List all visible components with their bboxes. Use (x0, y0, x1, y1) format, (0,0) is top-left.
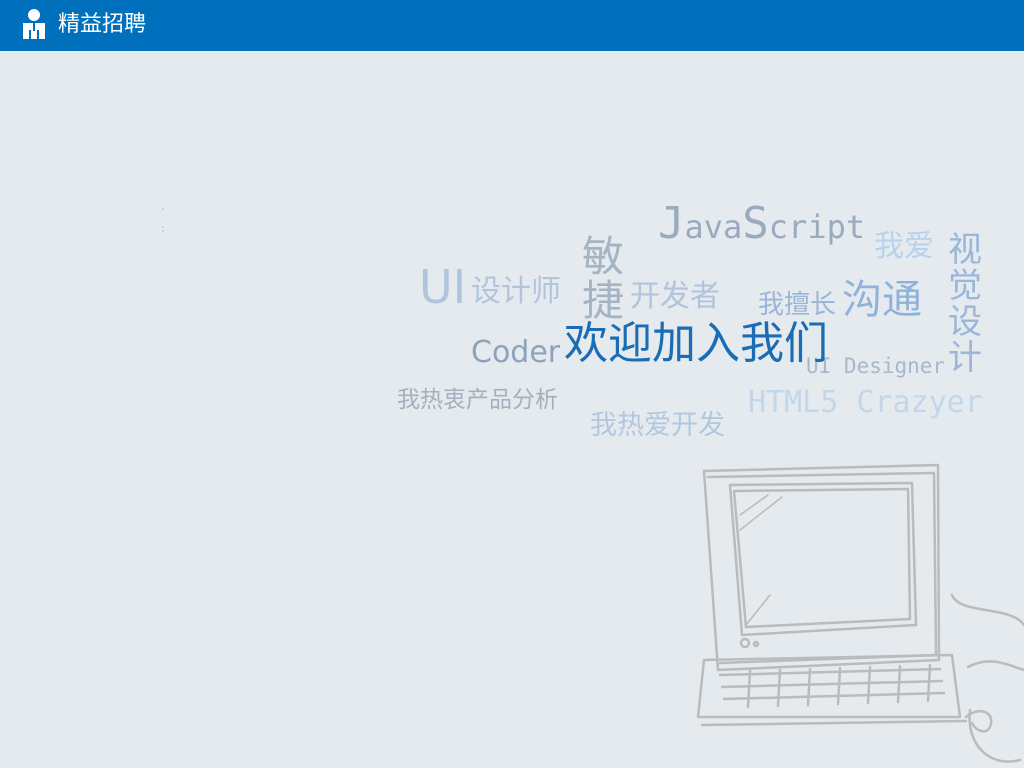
word-agile-1: 敏 (582, 232, 625, 281)
welcome-heading: 欢迎加入我们 (564, 318, 828, 369)
word-ui-designer-cn: 设计师 (471, 274, 561, 309)
word-i-love: 我爱 (874, 229, 934, 264)
word-ui: UI (419, 260, 467, 314)
word-communication: 沟通 (842, 277, 922, 323)
word-product-analysis: 我热衷产品分析 (397, 387, 558, 413)
app-title: 精益招聘 (58, 12, 147, 37)
person-icon (23, 9, 45, 39)
word-agile-2: 捷 (582, 276, 625, 325)
decorative-dots (162, 208, 164, 232)
word-visual-design: 视 觉 设 计 (948, 230, 982, 378)
computer-sketch-illustration (696, 463, 1024, 763)
word-love-dev: 我热爱开发 (590, 410, 725, 441)
word-coder: Coder (471, 335, 561, 370)
word-html5: HTML5 Crazyer (748, 385, 983, 420)
top-bar: 精益招聘 (0, 0, 1024, 51)
word-developer: 开发者 (630, 279, 720, 314)
word-javascript: JavaScript (658, 198, 866, 249)
word-good-at: 我擅长 (758, 290, 837, 320)
